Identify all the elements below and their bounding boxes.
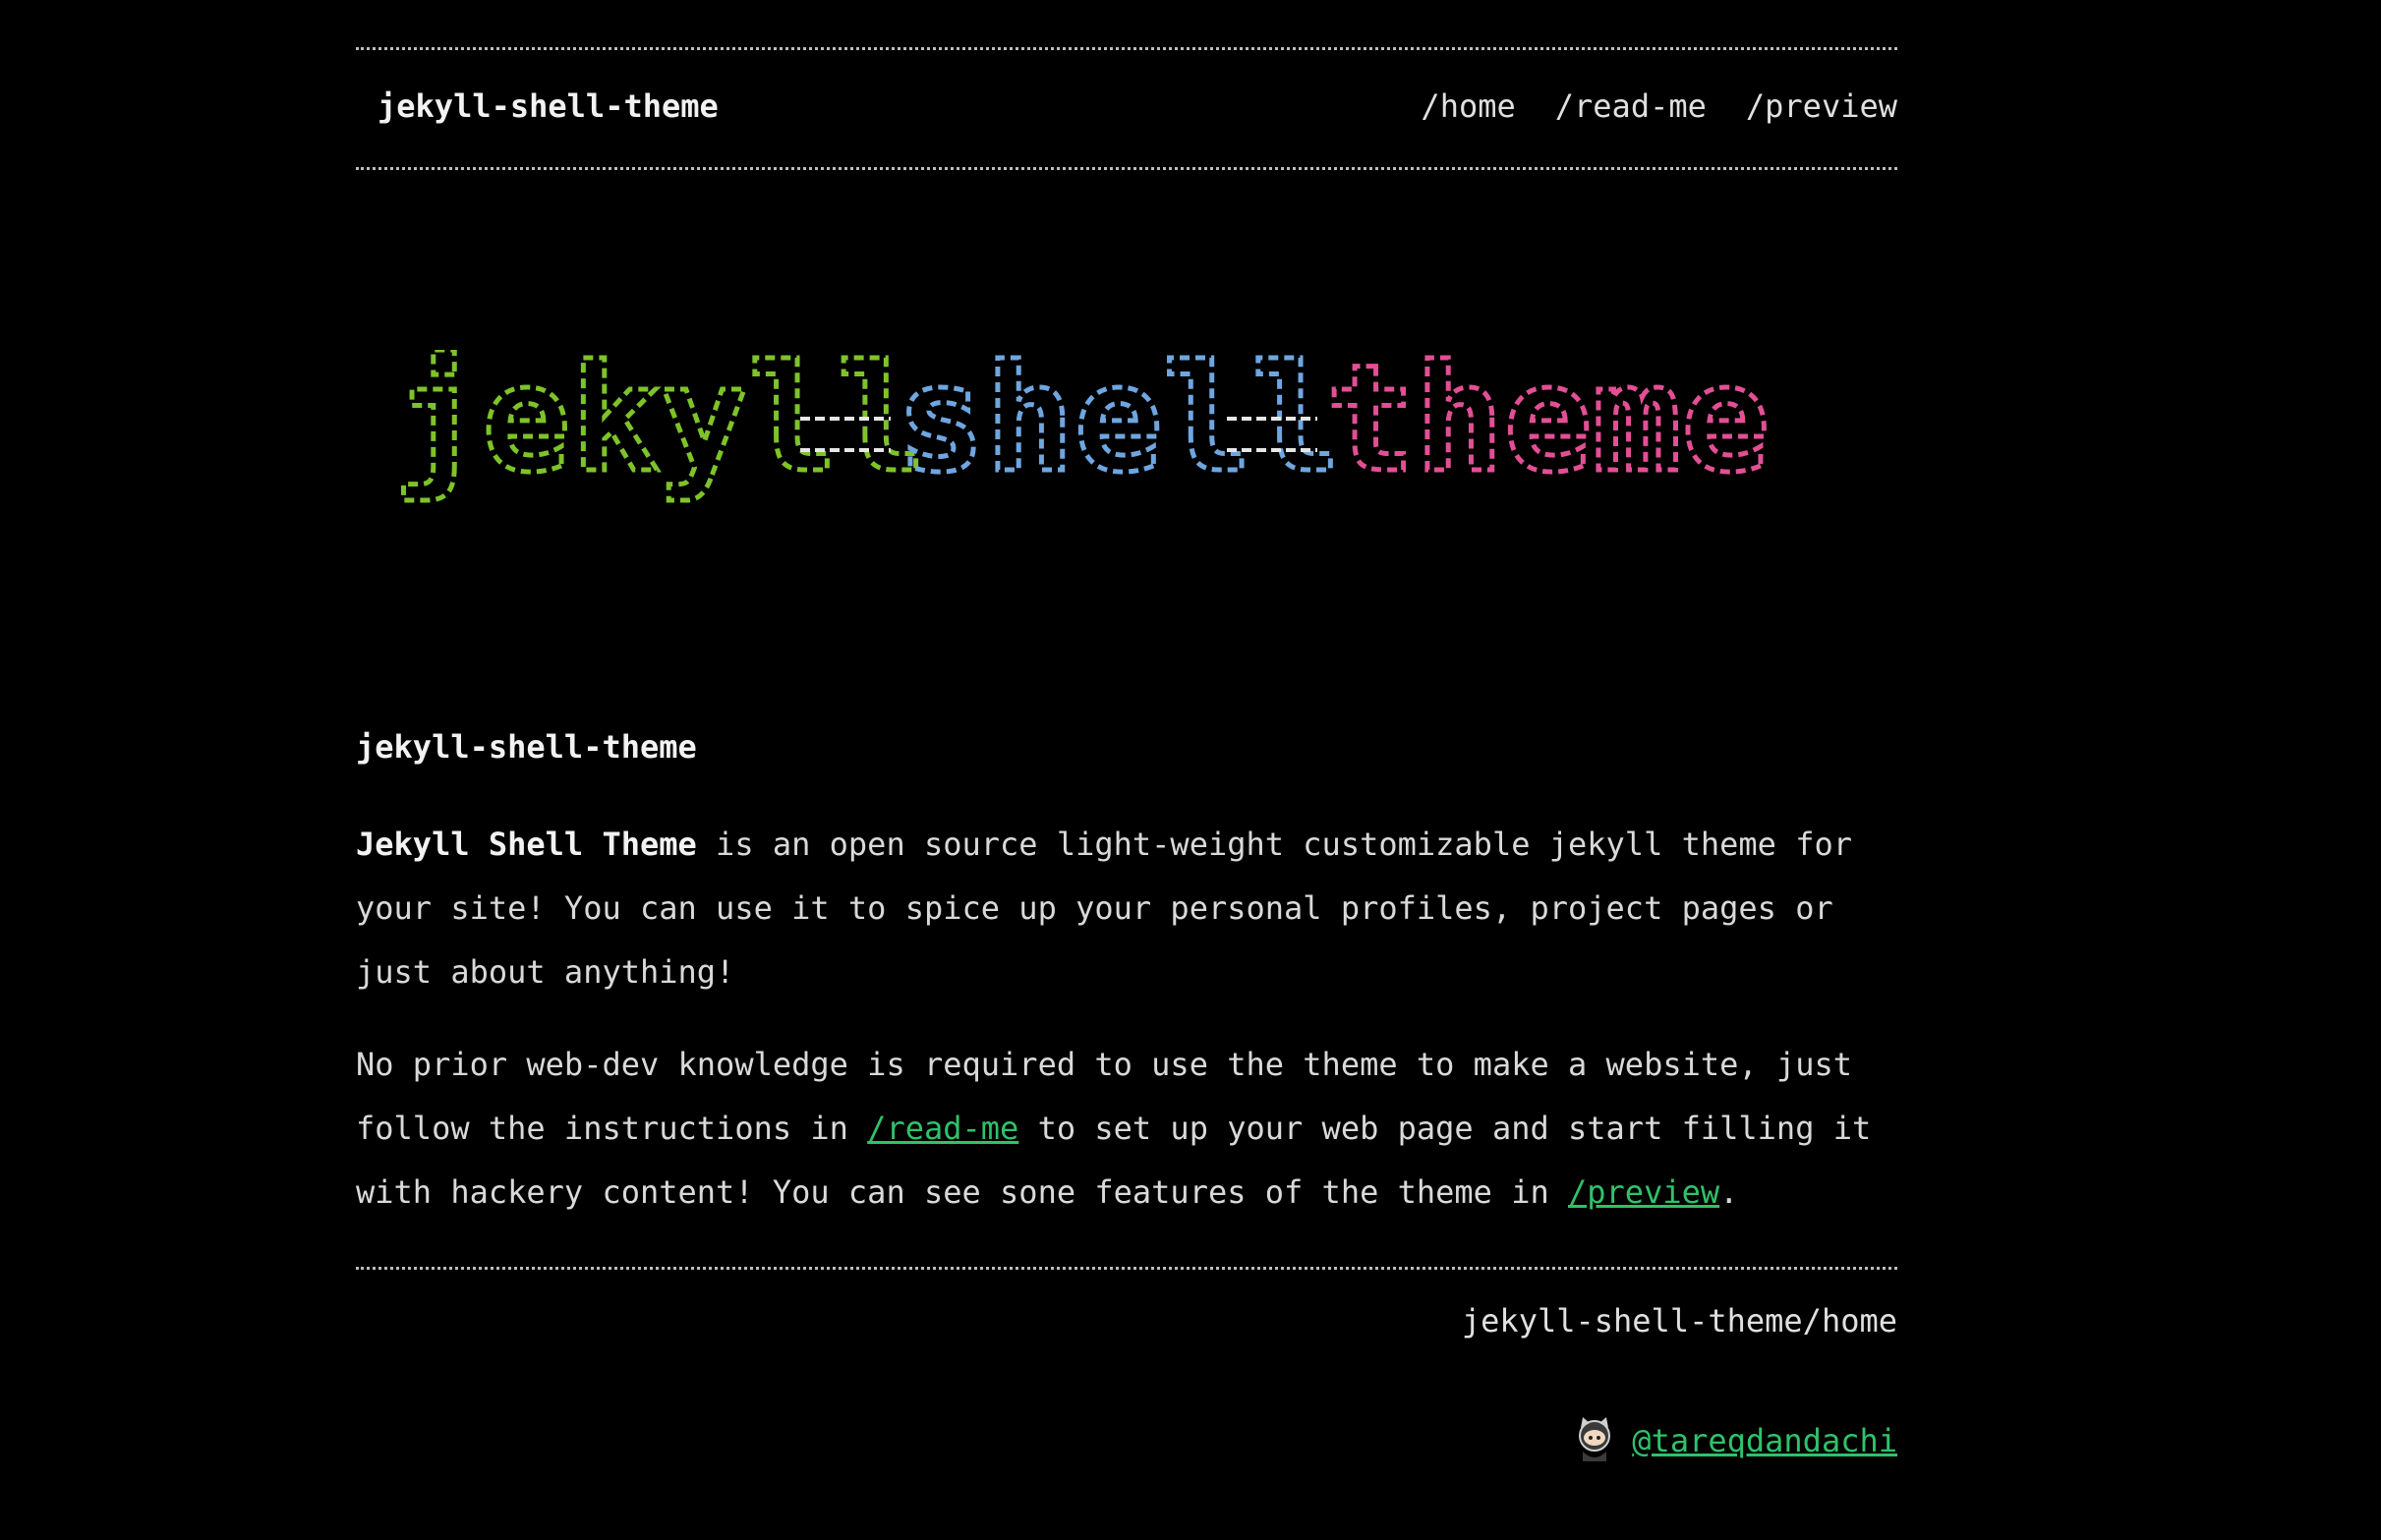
nav-link-preview[interactable]: /preview [1746, 87, 1897, 125]
intro-bold: Jekyll Shell Theme [356, 826, 697, 863]
instructions-paragraph: No prior web-dev knowledge is required t… [356, 1033, 1909, 1225]
intro-text-2: your site! You can use it to spice up yo… [356, 889, 1833, 927]
instructions-text-3: to set up your web page and start fillin… [1018, 1110, 1872, 1147]
header-top-divider [356, 47, 1897, 50]
footer-path: jekyll-shell-theme/home [1461, 1302, 1897, 1340]
banner-word-jekyll: jekyll [393, 350, 926, 505]
author-credit: @tareqdandachi [1573, 1416, 1897, 1465]
intro-text-1: is an open source light-weight customiza… [696, 826, 1852, 863]
header-bottom-divider [356, 167, 1897, 170]
banner-word-theme: theme [1326, 350, 1771, 505]
nav-link-read-me[interactable]: /read-me [1555, 87, 1707, 125]
instructions-text-4: with hackery content! You can see sone f… [356, 1173, 1568, 1211]
post-title: jekyll-shell-theme [356, 728, 697, 766]
author-link[interactable]: @tareqdandachi [1632, 1422, 1897, 1459]
ascii-art-banner: jekyll shell theme [391, 350, 1773, 508]
intro-paragraph: Jekyll Shell Theme is an open source lig… [356, 813, 1909, 1004]
instructions-text-2: follow the instructions in [356, 1110, 868, 1147]
intro-text-3: just about anything! [356, 953, 735, 991]
octocat-icon [1579, 1417, 1611, 1461]
preview-link[interactable]: /preview [1568, 1173, 1719, 1211]
main-nav: /home/read-me/preview [1381, 87, 1897, 125]
banner-word-shell: shell [897, 350, 1341, 505]
nav-link-home[interactable]: /home [1421, 87, 1515, 125]
instructions-text-5: . [1719, 1173, 1739, 1211]
site-title[interactable]: jekyll-shell-theme [377, 87, 719, 125]
read-me-link[interactable]: /read-me [867, 1110, 1018, 1147]
instructions-text-1: No prior web-dev knowledge is required t… [356, 1046, 1852, 1083]
footer-divider [356, 1267, 1897, 1270]
